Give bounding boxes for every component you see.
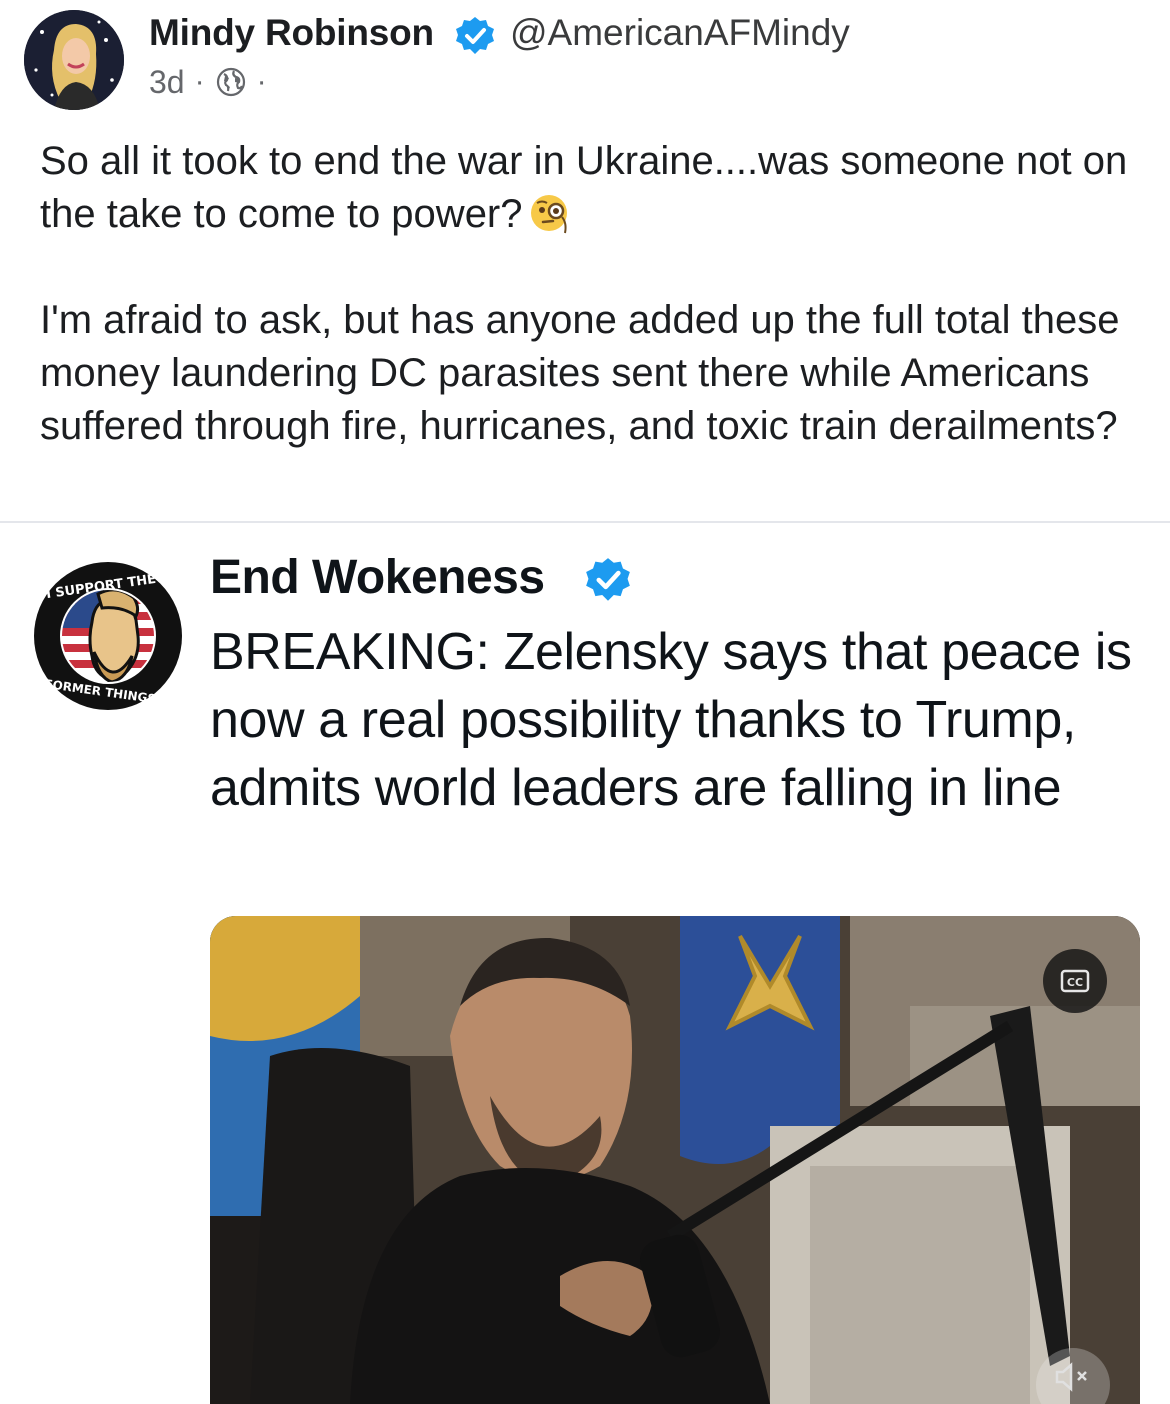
video-frame-image [210,916,1140,1404]
embedded-video[interactable]: CC [210,916,1140,1404]
embed-text: BREAKING: Zelensky says that peace is no… [210,623,1132,817]
meta-separator: · [194,65,205,98]
author-avatar[interactable] [24,10,124,110]
author-name[interactable]: Mindy Robinson [149,12,434,54]
author-handle[interactable]: @AmericanAFMindy [510,12,850,54]
post-paragraph-1: So all it took to end the war in Ukraine… [40,139,1128,236]
svg-text:CC: CC [1067,976,1083,989]
divider [0,521,1170,523]
embed-author-name[interactable]: End Wokeness [210,550,545,605]
post-meta: 3d · · [149,60,267,104]
verified-badge-icon [586,558,630,601]
globe-icon [216,67,245,97]
face-with-monocle-icon [530,195,567,234]
cc-icon: CC [1060,969,1090,993]
facebook-post: Mindy Robinson @AmericanAFMindy 3d · · S… [0,0,1170,1404]
post-time[interactable]: 3d [149,64,185,101]
meta-separator: · [256,65,267,98]
captions-button[interactable]: CC [1043,949,1107,1013]
post-paragraph-2: I'm afraid to ask, but has anyone added … [40,298,1120,448]
verified-badge-icon [456,17,494,54]
post-body: So all it took to end the war in Ukraine… [40,135,1140,453]
speaker-muted-icon [1055,1362,1087,1392]
embed-author-avatar[interactable]: I SUPPORT THE FORMER THINGS [32,560,184,712]
